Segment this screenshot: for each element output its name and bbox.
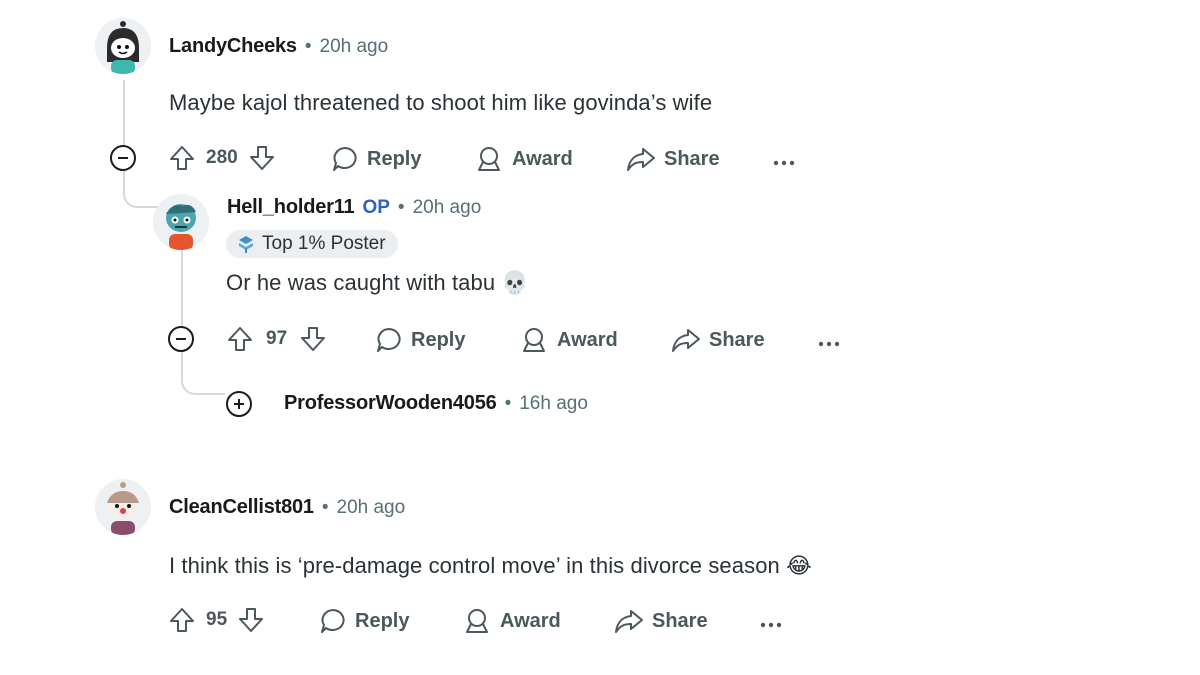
more-dots-icon: [760, 622, 782, 628]
upvote-icon[interactable]: [168, 144, 196, 172]
comment-body: Or he was caught with tabu 💀: [226, 270, 529, 295]
collapse-thread-button[interactable]: [167, 325, 195, 358]
more-dots-icon: [818, 341, 840, 347]
reply-label: Reply: [411, 328, 466, 351]
share-button[interactable]: Share: [626, 145, 720, 173]
vote-group: 280: [168, 144, 276, 172]
vote-count: 95: [206, 609, 228, 630]
vote-group: 97: [226, 325, 327, 353]
flair-badge-icon: [239, 236, 253, 253]
op-badge: OP: [362, 196, 390, 218]
more-options-button[interactable]: [759, 616, 783, 634]
downvote-icon[interactable]: [299, 325, 327, 353]
thread-line: [123, 80, 125, 146]
comment-author[interactable]: CleanCellist801: [169, 496, 314, 519]
separator-dot: •: [504, 392, 512, 414]
snoo-avatar-teal-hair-icon: [95, 18, 151, 74]
upvote-icon[interactable]: [226, 325, 254, 353]
user-flair: Top 1% Poster: [226, 230, 398, 258]
speech-bubble-icon: [321, 609, 345, 633]
vote-count: 280: [206, 147, 238, 168]
separator-dot: •: [397, 196, 405, 218]
share-label: Share: [664, 147, 720, 170]
plus-circle-icon: [226, 391, 252, 417]
share-arrow-icon: [672, 329, 700, 352]
share-button[interactable]: Share: [614, 607, 708, 635]
award-icon: [466, 609, 488, 633]
award-icon: [523, 328, 545, 352]
share-button[interactable]: Share: [671, 326, 765, 354]
separator-dot: •: [304, 35, 312, 57]
separator-dot: •: [321, 496, 329, 518]
collapse-thread-button[interactable]: [109, 144, 137, 177]
comment-time[interactable]: 20h ago: [337, 497, 406, 519]
downvote-icon[interactable]: [237, 606, 265, 634]
comment-time[interactable]: 20h ago: [413, 197, 482, 219]
more-dots-icon: [773, 160, 795, 166]
reply-button[interactable]: Reply: [319, 607, 409, 635]
comment-body: Maybe kajol threatened to shoot him like…: [169, 90, 713, 115]
more-options-button[interactable]: [772, 154, 796, 172]
reply-label: Reply: [355, 609, 410, 632]
award-label: Award: [512, 147, 573, 170]
comment-time[interactable]: 16h ago: [519, 393, 588, 415]
minus-circle-icon: [168, 326, 194, 352]
thread-line: [181, 250, 183, 326]
vote-group: 95: [168, 606, 265, 634]
flair-label: Top 1% Poster: [262, 233, 386, 254]
more-options-button[interactable]: [817, 335, 841, 353]
vote-count: 97: [266, 328, 288, 349]
award-label: Award: [557, 328, 618, 351]
award-label: Award: [500, 609, 561, 632]
comment-author[interactable]: Hell_holder11: [227, 196, 355, 219]
award-button[interactable]: Award: [474, 145, 573, 173]
expand-thread-button[interactable]: [225, 390, 253, 423]
snoo-avatar-clown-icon: [95, 479, 151, 535]
comment-author[interactable]: LandyCheeks: [169, 35, 297, 58]
comment-author[interactable]: ProfessorWooden4056: [284, 392, 497, 415]
avatar[interactable]: [95, 18, 151, 74]
award-button[interactable]: Award: [519, 326, 618, 354]
speech-bubble-icon: [377, 328, 401, 352]
award-icon: [478, 147, 500, 171]
snoo-avatar-zombie-icon: [153, 194, 209, 250]
speech-bubble-icon: [333, 147, 357, 171]
share-arrow-icon: [615, 610, 643, 633]
comment-body: I think this is ‘pre-damage control move…: [169, 553, 812, 578]
avatar[interactable]: [95, 479, 151, 535]
share-label: Share: [652, 609, 708, 632]
avatar[interactable]: [153, 194, 209, 250]
reply-button[interactable]: Reply: [375, 326, 465, 354]
upvote-icon[interactable]: [168, 606, 196, 634]
award-button[interactable]: Award: [462, 607, 561, 635]
reply-button[interactable]: Reply: [331, 145, 421, 173]
minus-circle-icon: [110, 145, 136, 171]
downvote-icon[interactable]: [248, 144, 276, 172]
share-arrow-icon: [627, 148, 655, 171]
comment-time[interactable]: 20h ago: [320, 36, 389, 58]
reply-label: Reply: [367, 147, 422, 170]
share-label: Share: [709, 328, 765, 351]
